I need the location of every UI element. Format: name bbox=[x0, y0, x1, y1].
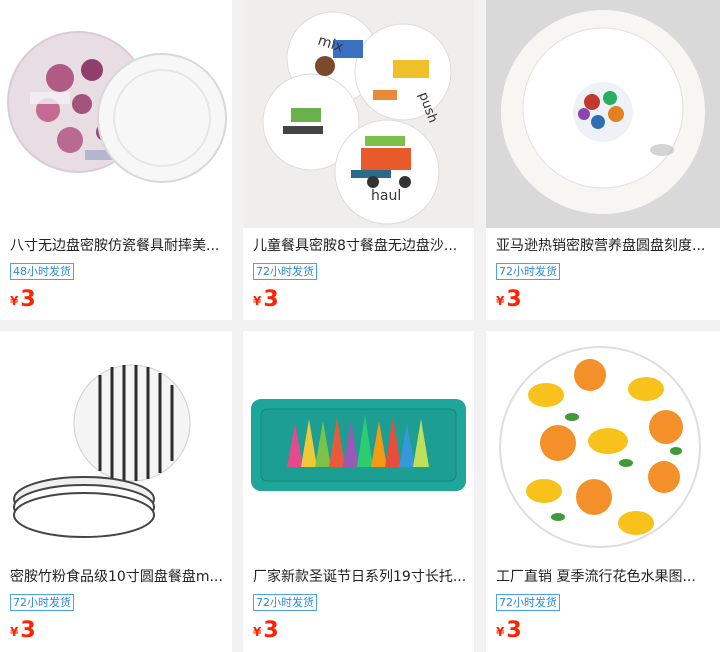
currency-symbol: ¥ bbox=[253, 625, 262, 639]
product-card[interactable]: 工厂直销 夏季流行花色水果图... 72小时发货 ¥3 bbox=[486, 331, 720, 652]
currency-symbol: ¥ bbox=[496, 294, 505, 308]
product-image[interactable] bbox=[243, 331, 474, 559]
product-image[interactable] bbox=[486, 0, 720, 228]
price-value: 3 bbox=[263, 618, 279, 643]
product-price: ¥3 bbox=[496, 287, 522, 312]
product-price: ¥3 bbox=[496, 618, 522, 643]
product-image[interactable] bbox=[0, 331, 232, 559]
product-grid: 八寸无边盘密胺仿瓷餐具耐摔美... 48小时发货 ¥3 mix push hau… bbox=[0, 0, 720, 652]
price-value: 3 bbox=[506, 618, 522, 643]
product-price: ¥3 bbox=[253, 287, 279, 312]
price-value: 3 bbox=[263, 287, 279, 312]
price-value: 3 bbox=[20, 618, 36, 643]
product-price: ¥3 bbox=[253, 618, 279, 643]
product-price: ¥3 bbox=[10, 618, 36, 643]
product-title[interactable]: 工厂直销 夏季流行花色水果图... bbox=[496, 566, 712, 586]
product-image[interactable]: mix push haul bbox=[243, 0, 474, 228]
product-card[interactable]: 八寸无边盘密胺仿瓷餐具耐摔美... 48小时发货 ¥3 bbox=[0, 0, 232, 320]
currency-symbol: ¥ bbox=[496, 625, 505, 639]
shipping-badge: 48小时发货 bbox=[10, 263, 74, 280]
price-value: 3 bbox=[506, 287, 522, 312]
product-title[interactable]: 八寸无边盘密胺仿瓷餐具耐摔美... bbox=[10, 235, 224, 255]
product-card[interactable]: 厂家新款圣诞节日系列19寸长托... 72小时发货 ¥3 bbox=[243, 331, 474, 652]
shipping-badge: 72小时发货 bbox=[496, 263, 560, 280]
shipping-badge: 72小时发货 bbox=[10, 594, 74, 611]
shipping-badge: 72小时发货 bbox=[496, 594, 560, 611]
product-title[interactable]: 亚马逊热销密胺营养盘圆盘刻度... bbox=[496, 235, 712, 255]
shipping-badge: 72小时发货 bbox=[253, 594, 317, 611]
product-title[interactable]: 儿童餐具密胺8寸餐盘无边盘沙... bbox=[253, 235, 466, 255]
product-card[interactable]: 亚马逊热销密胺营养盘圆盘刻度... 72小时发货 ¥3 bbox=[486, 0, 720, 320]
price-value: 3 bbox=[20, 287, 36, 312]
product-card[interactable]: mix push haul 儿童餐具密胺8寸餐盘无边盘沙... 72小时发货 ¥… bbox=[243, 0, 474, 320]
currency-symbol: ¥ bbox=[253, 294, 262, 308]
currency-symbol: ¥ bbox=[10, 625, 19, 639]
shipping-badge: 72小时发货 bbox=[253, 263, 317, 280]
product-title[interactable]: 厂家新款圣诞节日系列19寸长托... bbox=[253, 566, 466, 586]
product-image[interactable] bbox=[486, 331, 720, 559]
product-title[interactable]: 密胺竹粉食品级10寸圆盘餐盘m... bbox=[10, 566, 224, 586]
image-text-haul: haul bbox=[371, 188, 401, 204]
product-image[interactable] bbox=[0, 0, 232, 228]
product-card[interactable]: 密胺竹粉食品级10寸圆盘餐盘m... 72小时发货 ¥3 bbox=[0, 331, 232, 652]
product-price: ¥3 bbox=[10, 287, 36, 312]
currency-symbol: ¥ bbox=[10, 294, 19, 308]
